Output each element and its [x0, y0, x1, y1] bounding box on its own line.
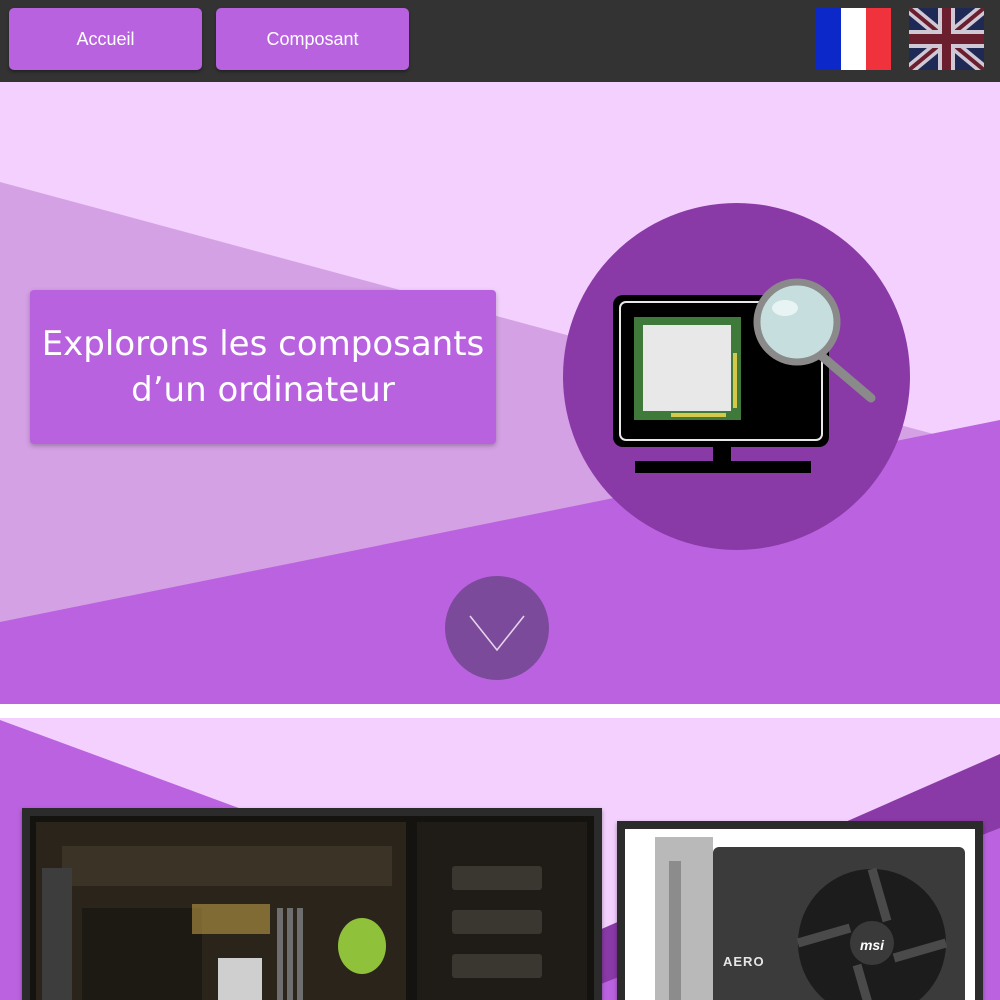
pc-case-image — [22, 808, 602, 1000]
hero-title-box: Explorons les composants d’un ordinateur — [30, 290, 496, 444]
hero-section: Explorons les composants d’un ordinateur — [0, 82, 1000, 704]
pc-case-card[interactable] — [22, 808, 602, 1000]
home-button[interactable]: Accueil — [9, 8, 202, 70]
section-divider — [0, 704, 1000, 718]
graphics-card-card[interactable]: msi AERO — [617, 821, 983, 1000]
graphics-card-image — [617, 821, 983, 1000]
component-gallery-section: msi AERO — [0, 718, 1000, 1000]
gpu-brand-logo: msi — [859, 937, 885, 953]
hero-title: Explorons les composants d’un ordinateur — [41, 324, 485, 410]
uk-flag-icon[interactable] — [905, 3, 988, 75]
french-flag-icon[interactable] — [816, 8, 891, 70]
gpu-model-label: AERO — [723, 954, 765, 969]
top-navigation-bar: Accueil Composant — [0, 0, 1000, 82]
scroll-down-button[interactable] — [445, 576, 549, 680]
chevron-down-icon — [469, 615, 525, 652]
monitor-chip-magnifier-icon — [563, 203, 910, 550]
component-button[interactable]: Composant — [216, 8, 409, 70]
